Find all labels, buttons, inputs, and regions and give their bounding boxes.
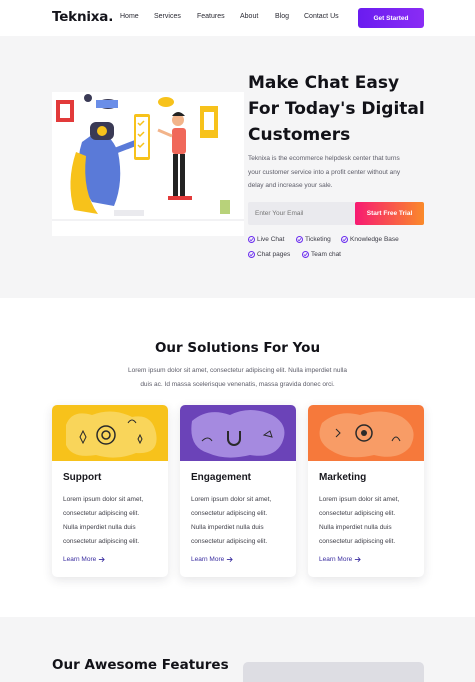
learn-more-label: Learn More	[63, 556, 97, 563]
hero-description: Teknixa is the ecommerce helpdesk center…	[248, 152, 426, 193]
solution-card-marketing: Marketing Lorem ipsum dolor sit amet, co…	[308, 405, 424, 577]
marketing-card-illustration	[308, 405, 424, 461]
hero-title-line: Customers	[248, 125, 351, 145]
feature-ticketing: Ticketing	[296, 236, 331, 243]
hero-description-line: Teknixa is the ecommerce helpdesk center…	[248, 155, 400, 162]
arrow-right-icon	[355, 557, 361, 562]
card-text: Lorem ipsum dolor sit amet, consectetur …	[319, 493, 419, 549]
check-circle-icon	[341, 236, 348, 243]
feature-label: Chat pages	[257, 251, 291, 258]
nav-link-contact[interactable]: Contact Us	[304, 13, 339, 20]
start-free-trial-button[interactable]: Start Free Trial	[355, 202, 424, 225]
nav-link-features[interactable]: Features	[197, 13, 225, 20]
card-text: Lorem ipsum dolor sit amet, consectetur …	[191, 493, 291, 549]
card-text-line: consectetur adipiscing elit.	[191, 538, 268, 545]
check-circle-icon	[296, 236, 303, 243]
feature-label: Live Chat	[257, 236, 285, 243]
card-title: Engagement	[191, 472, 252, 483]
card-text-line: Lorem ipsum dolor sit amet,	[319, 496, 400, 503]
check-circle-icon	[248, 251, 255, 258]
get-started-button[interactable]: Get Started	[358, 8, 424, 28]
check-circle-icon	[248, 236, 255, 243]
learn-more-label: Learn More	[319, 556, 353, 563]
feature-knowledge-base: Knowledge Base	[341, 236, 399, 243]
feature-team-chat: Team chat	[302, 251, 341, 258]
card-text-line: consectetur adipiscing elit.	[319, 538, 396, 545]
check-circle-icon	[302, 251, 309, 258]
feature-label: Team chat	[311, 251, 341, 258]
card-text-line: Lorem ipsum dolor sit amet,	[191, 496, 272, 503]
solution-card-engagement: Engagement Lorem ipsum dolor sit amet, c…	[180, 405, 296, 577]
navbar: Teknixa. Home Services Features About Bl…	[0, 0, 475, 36]
hero-description-line: your customer service into a profit cent…	[248, 168, 401, 176]
feature-label: Ticketing	[305, 236, 331, 243]
card-text-line: Nulla imperdiet nulla duis	[319, 524, 392, 531]
nav-link-home[interactable]: Home	[120, 13, 139, 20]
hero-illustration	[52, 92, 244, 236]
brand-logo[interactable]: Teknixa.	[52, 9, 113, 25]
engagement-card-illustration	[180, 405, 296, 461]
hero-title: Make Chat Easy For Today's Digital Custo…	[248, 70, 438, 148]
learn-more-link-support[interactable]: Learn More	[63, 556, 105, 563]
hero-description-line: delay and increase your sale.	[248, 182, 333, 189]
solution-card-support: Support Lorem ipsum dolor sit amet, cons…	[52, 405, 168, 577]
card-text-line: Nulla imperdiet nulla duis	[63, 524, 136, 531]
email-input[interactable]	[248, 202, 355, 225]
card-text-line: Lorem ipsum dolor sit amet,	[63, 496, 144, 503]
card-text-line: consectetur adipiscing elit.	[63, 510, 140, 517]
hero-title-line: For Today's Digital	[248, 99, 425, 119]
card-text-line: Nulla imperdiet nulla duis	[191, 524, 264, 531]
hero-title-line: Make Chat Easy	[248, 73, 400, 93]
card-text-line: consectetur adipiscing elit.	[319, 510, 396, 517]
learn-more-link-engagement[interactable]: Learn More	[191, 556, 233, 563]
solutions-subtitle: Lorem ipsum dolor sit amet, consectetur …	[110, 364, 365, 392]
feature-label: Knowledge Base	[350, 236, 399, 243]
nav-link-about[interactable]: About	[240, 13, 258, 20]
features-title: Our Awesome Features	[52, 657, 229, 673]
learn-more-link-marketing[interactable]: Learn More	[319, 556, 361, 563]
card-text-line: consectetur adipiscing elit.	[191, 510, 268, 517]
nav-link-blog[interactable]: Blog	[275, 13, 289, 20]
feature-live-chat: Live Chat	[248, 236, 284, 243]
learn-more-label: Learn More	[191, 556, 225, 563]
solutions-title: Our Solutions For You	[154, 340, 321, 356]
card-title: Marketing	[319, 472, 367, 483]
arrow-right-icon	[227, 557, 233, 562]
email-signup-form: Start Free Trial	[248, 202, 424, 225]
card-text: Lorem ipsum dolor sit amet, consectetur …	[63, 493, 163, 549]
solutions-subtitle-line: Lorem ipsum dolor sit amet, consectetur …	[128, 367, 347, 374]
feature-chat-pages: Chat pages	[248, 251, 290, 258]
card-text-line: consectetur adipiscing elit.	[63, 538, 140, 545]
solutions-subtitle-line: duis ac. Id massa scelerisque venenatis,…	[140, 381, 335, 388]
support-card-illustration	[52, 405, 168, 461]
arrow-right-icon	[99, 557, 105, 562]
card-title: Support	[63, 472, 102, 483]
nav-link-services[interactable]: Services	[154, 13, 181, 20]
features-media-placeholder	[243, 662, 424, 682]
